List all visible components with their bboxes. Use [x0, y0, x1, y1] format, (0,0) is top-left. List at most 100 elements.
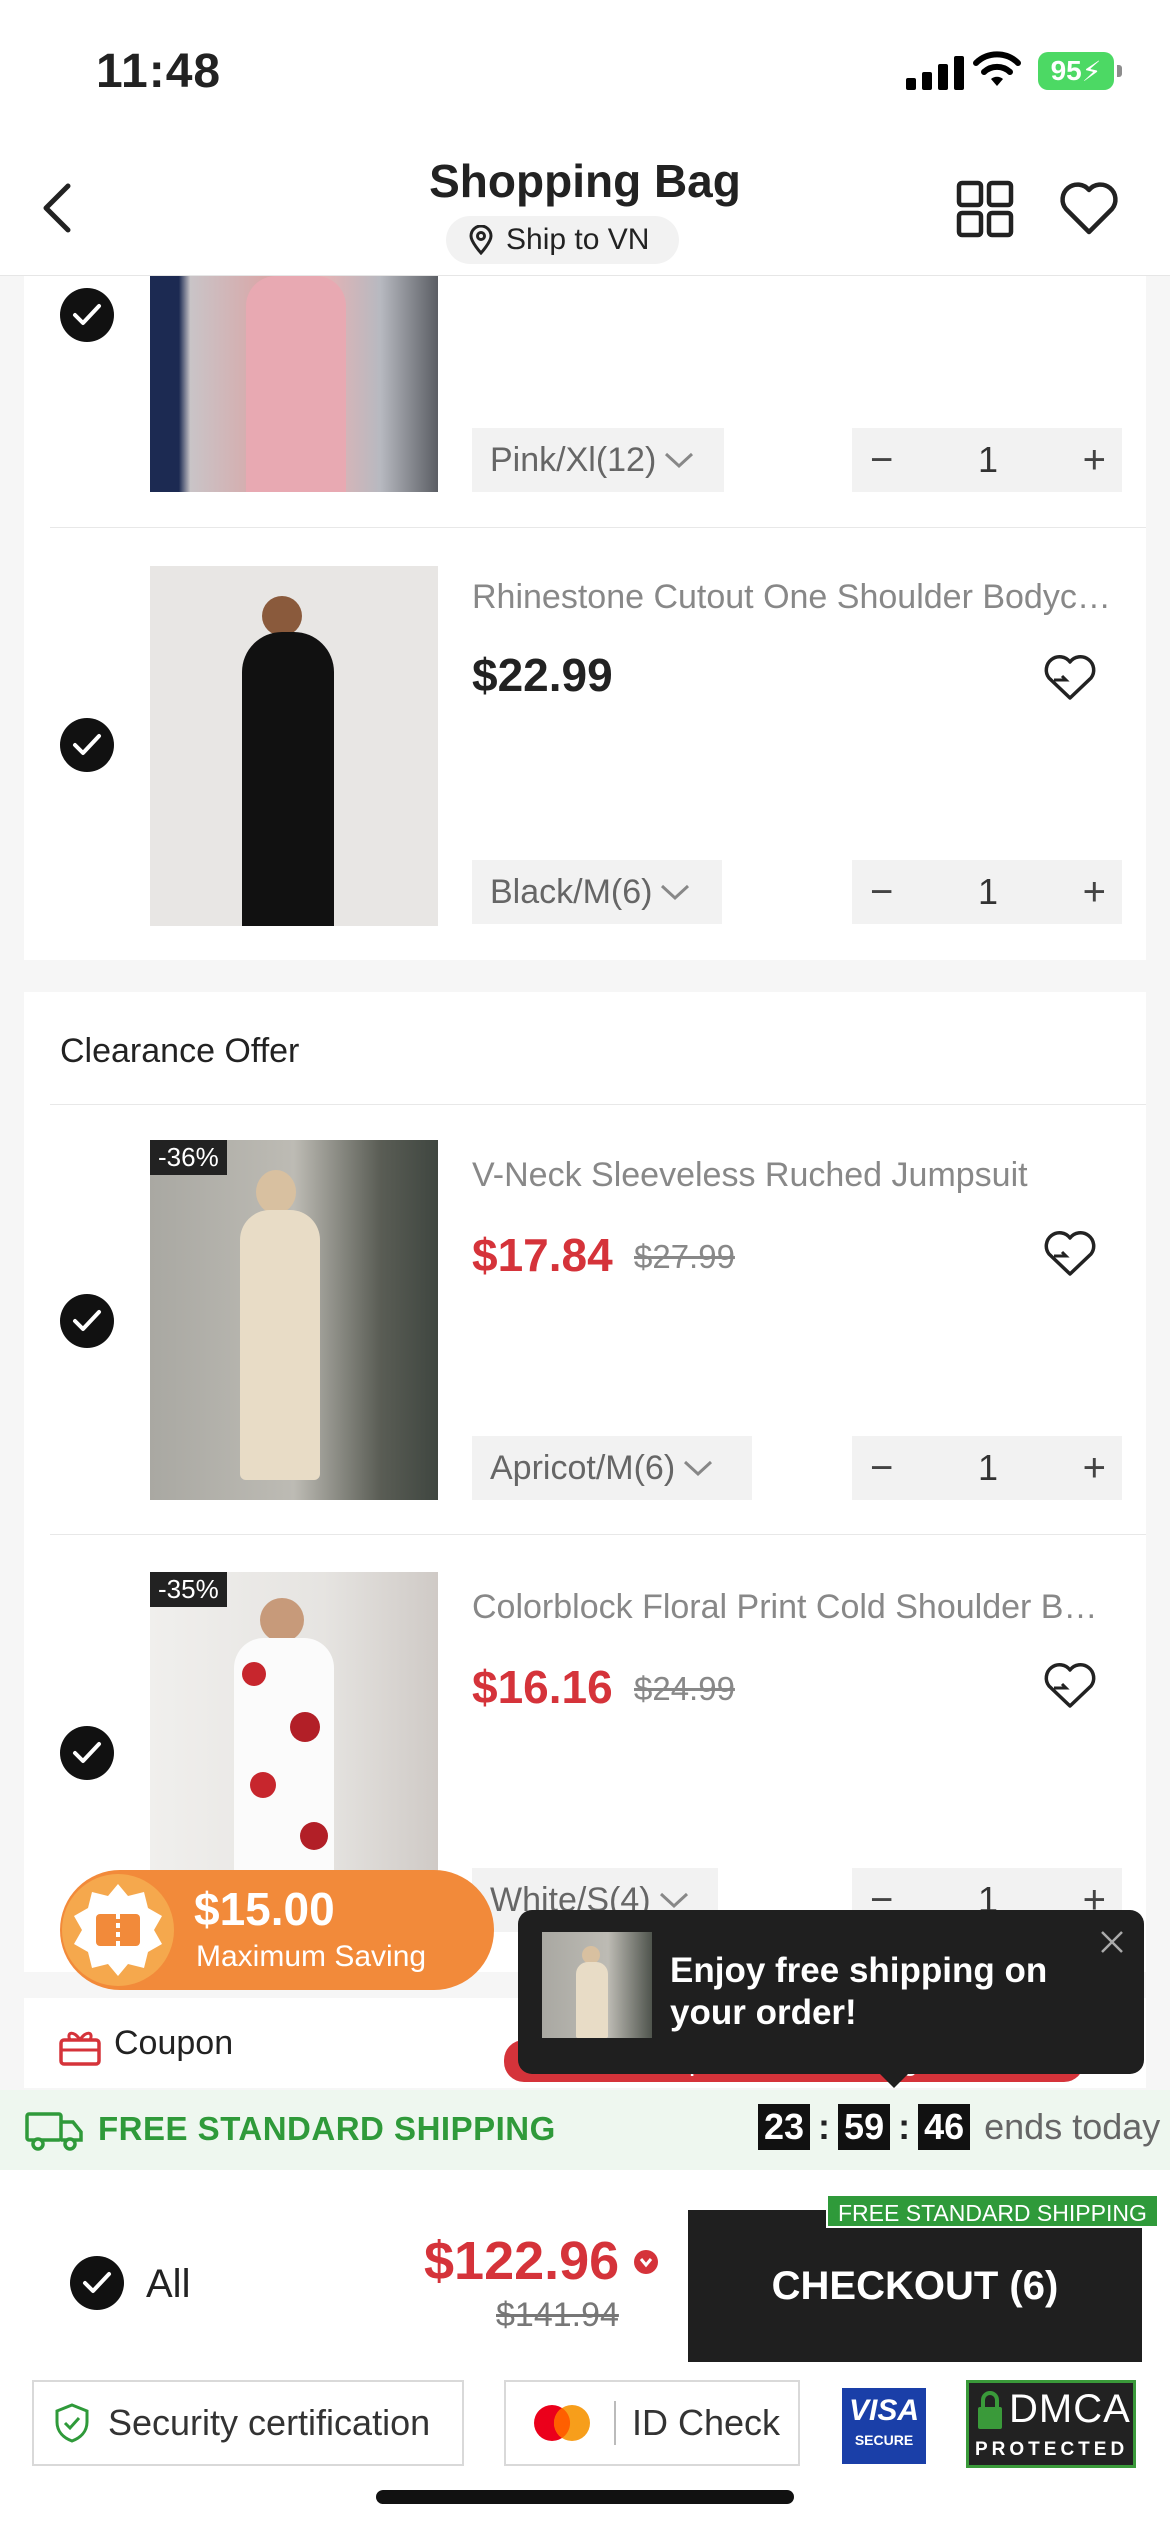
item-divider	[50, 527, 1146, 528]
dmca-protected-label: PROTECTED	[975, 2439, 1129, 2460]
variant-label: Black/M(6)	[490, 872, 653, 911]
product-name[interactable]: Colorblock Floral Print Cold Shoulder Bo…	[472, 1588, 1112, 1627]
clearance-section: Clearance Offer -36% V-Neck Sleeveless R…	[24, 992, 1146, 1972]
quantity-value: 1	[977, 1447, 999, 1488]
wifi-icon	[973, 51, 1021, 86]
location-pin-icon	[469, 225, 493, 255]
add-to-wishlist-icon[interactable]	[1042, 1228, 1098, 1280]
add-to-wishlist-icon[interactable]	[1042, 652, 1098, 704]
product-image[interactable]	[150, 566, 438, 926]
item-checkbox[interactable]	[60, 288, 114, 342]
increment-button[interactable]: +	[1083, 438, 1106, 483]
variant-label: Apricot/M(6)	[490, 1448, 676, 1487]
add-to-wishlist-icon[interactable]	[1042, 1660, 1098, 1712]
ship-to-label: Ship to VN	[506, 223, 650, 256]
product-name[interactable]: Rhinestone Cutout One Shoulder Bodycon D…	[472, 578, 1112, 617]
product-image[interactable]: -36%	[150, 1140, 438, 1500]
select-all-label: All	[146, 2262, 191, 2306]
product-price: $17.84	[472, 1229, 613, 1281]
battery-level: 95	[1050, 55, 1082, 86]
chevron-down-icon	[665, 452, 694, 469]
timer-minutes: 59	[838, 2104, 891, 2150]
total-price: $122.96	[424, 2231, 620, 2291]
shield-check-icon	[55, 2403, 89, 2443]
battery-icon: 95 ⚡	[1038, 52, 1122, 90]
product-name[interactable]: V-Neck Sleeveless Ruched Jumpsuit	[472, 1156, 1112, 1195]
checkmark-icon	[83, 2272, 111, 2293]
original-price: $24.99	[634, 1670, 735, 1707]
checkout-button[interactable]: CHECKOUT (6)	[688, 2210, 1142, 2362]
cart-section: Pink/Xl(12) − 1 + Rhinestone Cutout One …	[24, 276, 1146, 960]
cellular-signal-icon	[906, 54, 964, 90]
checkmark-icon	[73, 1310, 101, 1331]
item-checkbox[interactable]	[60, 1726, 114, 1780]
quantity-stepper[interactable]: − 1 +	[852, 1436, 1122, 1500]
mastercard-id-check-badge: ID Check	[504, 2380, 800, 2466]
checkmark-icon	[73, 304, 101, 325]
select-all-checkbox[interactable]	[70, 2256, 124, 2310]
decrement-button[interactable]: −	[870, 870, 893, 915]
status-bar: 11:48 95 ⚡	[0, 0, 1170, 140]
product-price: $16.16	[472, 1661, 613, 1713]
price-details-chevron-icon[interactable]	[634, 2250, 658, 2274]
checkout-bar: All $122.96 $141.94 CHECKOUT (6) FREE ST…	[0, 2170, 1170, 2532]
coupon-gift-icon	[59, 2031, 101, 2066]
variant-selector[interactable]: Pink/Xl(12)	[472, 428, 724, 492]
saving-label: Maximum Saving	[196, 1940, 427, 1973]
delivery-truck-icon	[25, 2112, 83, 2151]
timer-seconds: 46	[918, 2104, 971, 2150]
product-price: $22.99	[472, 649, 613, 701]
variant-selector[interactable]: Apricot/M(6)	[472, 1436, 752, 1500]
chevron-down-icon	[659, 1892, 688, 1909]
discount-burst-icon	[62, 1874, 174, 1986]
item-checkbox[interactable]	[60, 718, 114, 772]
variant-selector[interactable]: Black/M(6)	[472, 860, 722, 924]
home-indicator	[376, 2490, 794, 2504]
countdown-timer: 23 : 59 : 46 ends today	[758, 2104, 1160, 2150]
free-shipping-tag: FREE STANDARD SHIPPING	[826, 2194, 1159, 2228]
grid-view-icon[interactable]	[956, 180, 1014, 238]
status-time: 11:48	[96, 45, 222, 98]
original-price: $27.99	[634, 1238, 735, 1275]
ship-to-selector[interactable]: Ship to VN	[446, 216, 680, 264]
discount-badge: -36%	[150, 1140, 227, 1175]
security-certification-badge[interactable]: Security certification	[32, 2380, 464, 2466]
item-divider	[50, 1534, 1146, 1535]
toast-message: Enjoy free shipping on your order!	[670, 1951, 1048, 2032]
variant-label: Pink/Xl(12)	[490, 440, 657, 479]
increment-button[interactable]: +	[1083, 870, 1106, 915]
timer-hours: 23	[758, 2104, 811, 2150]
dmca-label: DMCA	[1009, 2387, 1131, 2431]
decrement-button[interactable]: −	[870, 438, 893, 483]
visa-secure-label: SECURE	[854, 2432, 914, 2448]
chevron-down-icon	[661, 884, 690, 901]
close-icon[interactable]	[1096, 1926, 1128, 1958]
chevron-down-icon	[684, 1460, 713, 1477]
wishlist-heart-icon[interactable]	[1058, 178, 1120, 238]
free-shipping-label: FREE STANDARD SHIPPING	[98, 2110, 556, 2147]
quantity-stepper[interactable]: − 1 +	[852, 860, 1122, 924]
original-total-price: $141.94	[496, 2296, 619, 2334]
item-checkbox[interactable]	[60, 1294, 114, 1348]
decrement-button[interactable]: −	[870, 1446, 893, 1491]
discount-badge: -35%	[150, 1572, 227, 1607]
visa-label: VISA	[848, 2394, 920, 2427]
section-title: Clearance Offer	[60, 1032, 300, 1070]
quantity-value: 1	[977, 439, 999, 480]
section-divider	[50, 1104, 1146, 1105]
quantity-stepper[interactable]: − 1 +	[852, 428, 1122, 492]
saving-amount: $15.00	[194, 1883, 335, 1935]
padlock-icon	[978, 2391, 1002, 2429]
nav-bar: Shopping Bag Ship to VN	[0, 140, 1170, 276]
mastercard-logo-icon	[534, 2405, 590, 2441]
increment-button[interactable]: +	[1083, 1446, 1106, 1491]
security-certification-label: Security certification	[108, 2402, 431, 2443]
id-check-label: ID Check	[632, 2402, 781, 2443]
coupon-label: Coupon	[114, 2024, 234, 2062]
product-image[interactable]	[150, 276, 438, 492]
maximum-saving-badge[interactable]: $15.00 Maximum Saving	[60, 1870, 494, 1990]
quantity-value: 1	[977, 871, 999, 912]
checkmark-icon	[73, 1742, 101, 1763]
toast-product-thumbnail	[542, 1932, 652, 2038]
dmca-protected-badge: DMCA PROTECTED	[966, 2380, 1136, 2468]
